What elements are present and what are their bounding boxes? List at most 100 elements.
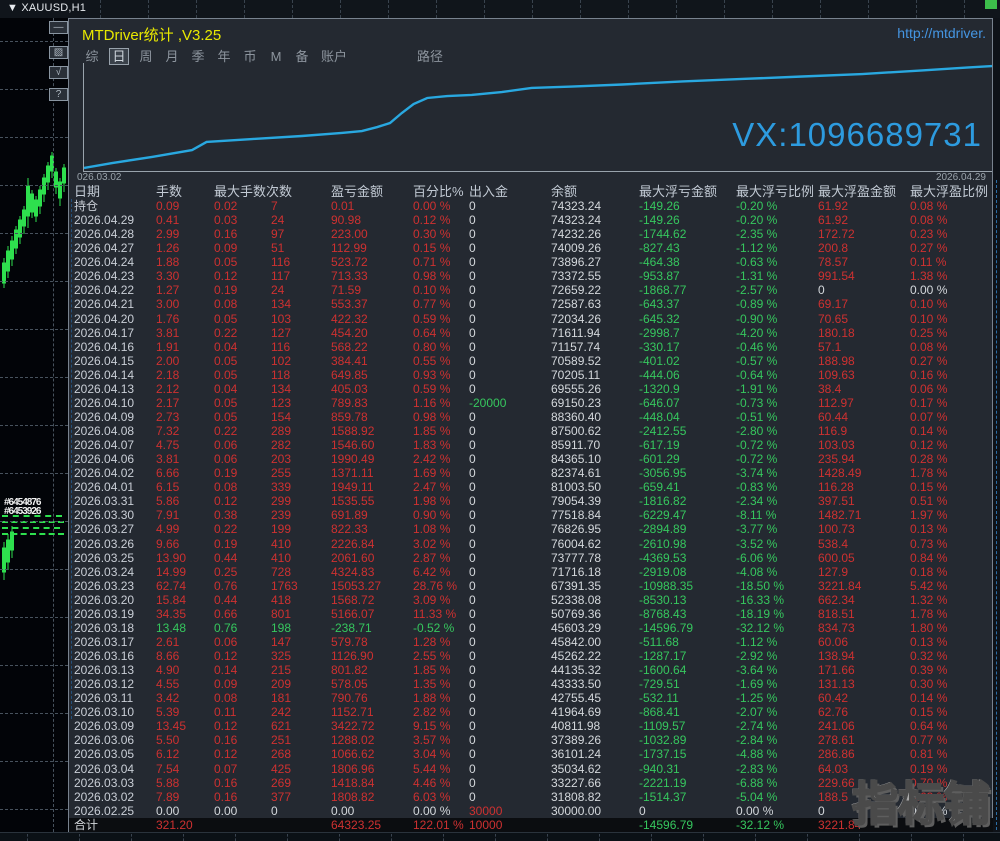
cell: 5166.07: [331, 607, 413, 621]
tab-1[interactable]: 日: [109, 48, 129, 65]
table-row: 2026.03.134.900.14215801.821.85 %044135.…: [69, 663, 994, 677]
tab-10[interactable]: 路径: [415, 49, 445, 64]
cell: 0.06: [214, 438, 271, 452]
cell: 2.18: [156, 368, 214, 382]
tab-5[interactable]: 年: [215, 49, 233, 64]
cell: 2.12: [156, 382, 214, 396]
cell: -659.41: [639, 480, 736, 494]
tab-8[interactable]: 备: [293, 49, 311, 64]
cell: 0.66: [214, 607, 271, 621]
cell: -729.51: [639, 677, 736, 691]
cell: 138.94: [818, 649, 910, 663]
cell: 0: [469, 227, 551, 241]
cell: 3.09 %: [413, 593, 469, 607]
table-row: 2026.04.026.660.192551371.111.69 %082374…: [69, 466, 994, 480]
daily-stats-table: 日期手数最大手数次数盈亏金额百分比%出入金余额最大浮亏金额最大浮亏比例最大浮盈金…: [69, 184, 994, 832]
cell: 0.44: [214, 551, 271, 565]
cell: -6229.47: [639, 508, 736, 522]
tab-9[interactable]: 账户: [319, 49, 349, 64]
cell: 0: [469, 790, 551, 804]
cell: 0.98 %: [413, 410, 469, 424]
cell: 0.41: [156, 213, 214, 227]
panel-title: MTDriver统计 ,V3.25: [82, 24, 221, 45]
cell: -18.50 %: [736, 579, 818, 593]
cell: -1.12 %: [736, 241, 818, 255]
cell: 1568.72: [331, 593, 413, 607]
cell: 578.05: [331, 677, 413, 691]
panel-url-link[interactable]: http://mtdriver.: [897, 25, 986, 41]
table-row: 2026.03.0913.450.126213422.729.15 %04081…: [69, 719, 994, 733]
cell: 2026.03.11: [74, 691, 156, 705]
tab-4[interactable]: 季: [189, 49, 207, 64]
table-row: 2026.04.092.730.05154859.780.98 %088360.…: [69, 410, 994, 424]
cell: 0: [469, 593, 551, 607]
cell: 1.88 %: [413, 691, 469, 705]
cell: 1066.62: [331, 747, 413, 761]
grid-tick: [340, 0, 341, 18]
cell: 4.75: [156, 438, 214, 452]
cell: -827.43: [639, 241, 736, 255]
cell: 5.44 %: [413, 762, 469, 776]
cell: 0: [469, 733, 551, 747]
cell: 188.98: [818, 354, 910, 368]
cell: 0: [469, 452, 551, 466]
cell: 822.33: [331, 522, 413, 536]
cell: -0.20 %: [736, 213, 818, 227]
cell: -1.12 %: [736, 635, 818, 649]
cell: 67391.35: [551, 579, 639, 593]
cell: 0.25: [214, 565, 271, 579]
cell: 662.34: [818, 593, 910, 607]
cell: 325: [271, 649, 331, 663]
cell: 1808.82: [331, 790, 413, 804]
cell: 1949.11: [331, 480, 413, 494]
cell: -464.38: [639, 255, 736, 269]
cell: 410: [271, 537, 331, 551]
cell: -646.07: [639, 396, 736, 410]
tab-7[interactable]: M: [267, 49, 285, 64]
cell: 5.50: [156, 733, 214, 747]
tab-2[interactable]: 周: [137, 49, 155, 64]
cell: 0.12 %: [413, 213, 469, 227]
cell: 2026.03.20: [74, 593, 156, 607]
cell: 1.78 %: [910, 466, 984, 480]
grid-tick: [580, 0, 581, 18]
cell: -0.89 %: [736, 297, 818, 311]
tab-6[interactable]: 币: [241, 49, 259, 64]
cell: -2.34 %: [736, 494, 818, 508]
table-row: 2026.03.172.610.06147579.781.28 %045842.…: [69, 635, 994, 649]
table-row: 2026.03.1813.480.76198-238.71-0.52 %0456…: [69, 621, 994, 635]
cell: -0.90 %: [736, 312, 818, 326]
panel-brush-button[interactable]: ▨: [49, 46, 68, 59]
cell: 127: [271, 326, 331, 340]
cell: 0.71 %: [413, 255, 469, 269]
cell: 0.19: [214, 537, 271, 551]
cell: 2026.04.20: [74, 312, 156, 326]
cell: 3.81: [156, 452, 214, 466]
cell: 1.69 %: [413, 466, 469, 480]
cell: 0.15 %: [413, 241, 469, 255]
cell: -16.33 %: [736, 593, 818, 607]
cell: 0.09: [156, 199, 214, 213]
cell: 69.17: [818, 297, 910, 311]
cell: 0.19: [214, 466, 271, 480]
tab-0[interactable]: 综: [83, 49, 101, 64]
panel-minimize-button[interactable]: —: [49, 21, 68, 34]
cell: 0: [469, 241, 551, 255]
table-row: 2026.04.271.260.0951112.990.15 %074009.2…: [69, 241, 994, 255]
cell: 0.14 %: [910, 691, 984, 705]
cell: 13.45: [156, 719, 214, 733]
cell: 0: [469, 747, 551, 761]
cell: 9.15 %: [413, 719, 469, 733]
cell: 0.08 %: [910, 199, 984, 213]
cell: 0.23 %: [910, 227, 984, 241]
symbol-label[interactable]: ▼ XAUUSD,H1: [7, 2, 86, 14]
trade-level-line: [2, 527, 60, 529]
panel-help-button[interactable]: ?: [49, 88, 68, 101]
cell: 0.16 %: [910, 368, 984, 382]
cell: 0.12 %: [910, 438, 984, 452]
panel-check-button[interactable]: √: [49, 66, 68, 79]
tab-3[interactable]: 月: [163, 49, 181, 64]
cell: -2894.89: [639, 522, 736, 536]
cell: 34.35: [156, 607, 214, 621]
grid-hline: [0, 713, 68, 714]
